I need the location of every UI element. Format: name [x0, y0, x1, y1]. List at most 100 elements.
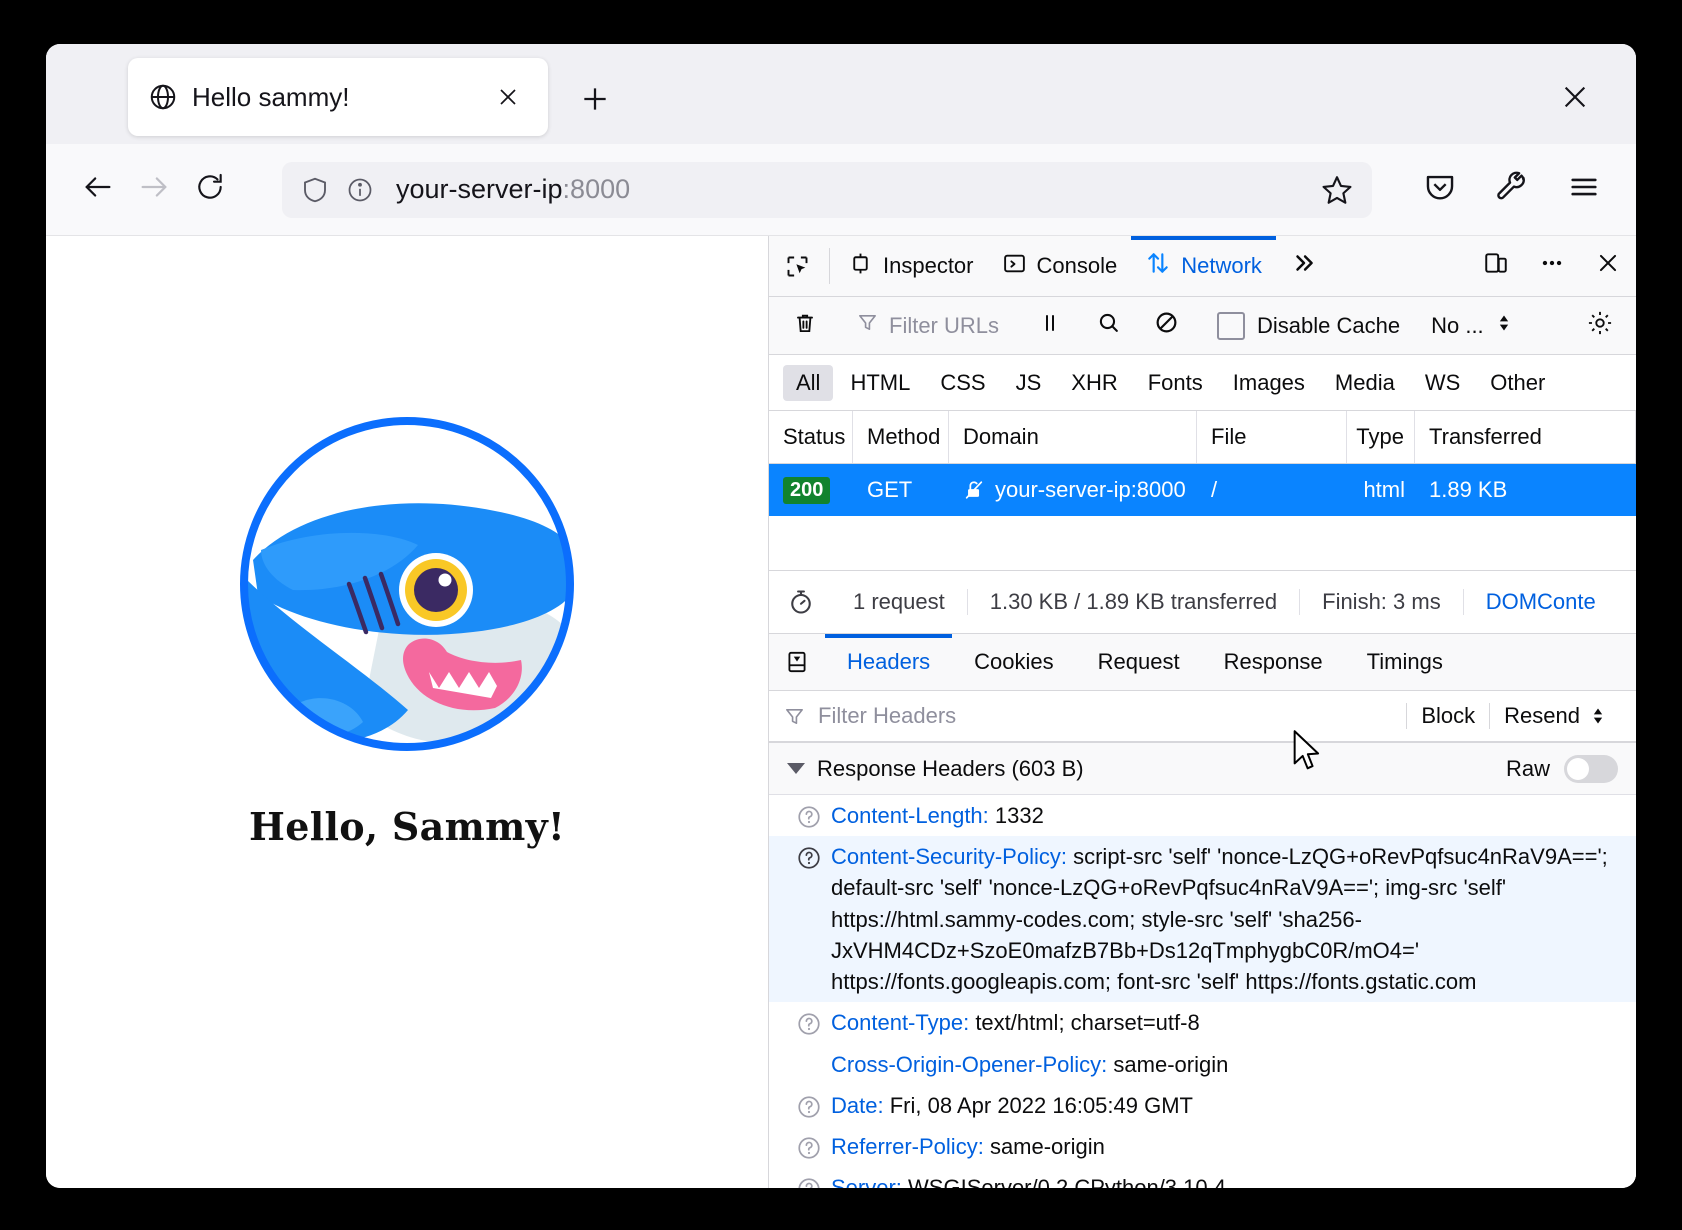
list-item[interactable]: Referrer-Policy: same-origin — [769, 1126, 1636, 1167]
cell-method: GET — [867, 477, 913, 502]
header-value: same-origin — [1113, 1051, 1229, 1077]
window-close-button[interactable] — [1550, 74, 1600, 124]
network-toolbar: Filter URLs Disable Cache No ... — [769, 297, 1636, 355]
responsive-design-mode-icon — [1483, 250, 1509, 282]
tab-strip: Hello sammy! — [46, 44, 1636, 144]
column-header-domain[interactable]: Domain — [949, 411, 1197, 463]
element-picker-icon[interactable] — [769, 236, 825, 296]
request-details-tabs: Headers Cookies Request Response Timings — [769, 634, 1636, 691]
star-icon[interactable] — [1320, 173, 1354, 207]
developer-tools-button[interactable] — [1484, 162, 1540, 218]
help-icon[interactable] — [787, 1131, 831, 1161]
list-item[interactable]: Content-Security-Policy: script-src 'sel… — [769, 836, 1636, 1003]
tab-cookies[interactable]: Cookies — [952, 634, 1075, 690]
more-options-button[interactable] — [1524, 236, 1580, 296]
info-circle-icon[interactable] — [346, 176, 374, 204]
header-name: Content-Type: — [831, 1010, 970, 1036]
list-item[interactable]: Date: Fri, 08 Apr 2022 16:05:49 GMT — [769, 1085, 1636, 1126]
arrow-left-icon — [81, 170, 115, 209]
resend-button[interactable]: Resend — [1489, 703, 1622, 729]
list-item[interactable]: Content-Type: text/html; charset=utf-8 — [769, 1002, 1636, 1043]
request-type-filters: All HTML CSS JS XHR Fonts Images Media W… — [769, 355, 1636, 411]
list-item[interactable]: Server: WSGIServer/0.2 CPython/3.10.4 — [769, 1167, 1636, 1188]
filter-chip-js[interactable]: JS — [1003, 365, 1055, 401]
tab-request[interactable]: Request — [1076, 634, 1202, 690]
network-arrows-icon — [1145, 250, 1171, 282]
overflow-tabs-button[interactable] — [1276, 236, 1332, 296]
close-icon[interactable] — [488, 77, 528, 117]
disable-cache-checkbox[interactable]: Disable Cache — [1207, 311, 1410, 340]
header-entry: Content-Length: 1332 — [831, 800, 1636, 831]
new-tab-button[interactable] — [574, 80, 616, 122]
filter-urls-input[interactable]: Filter URLs — [846, 311, 1009, 340]
tab-timings[interactable]: Timings — [1345, 634, 1465, 690]
toolbar-actions — [1412, 162, 1612, 218]
funnel-icon — [783, 705, 806, 728]
block-button[interactable]: Block — [1406, 703, 1489, 729]
raw-toggle[interactable]: Raw — [1505, 754, 1618, 783]
tab-console[interactable]: Console — [988, 236, 1132, 296]
filter-chip-media[interactable]: Media — [1322, 365, 1408, 401]
throttling-select[interactable]: No ... — [1423, 313, 1522, 339]
devtools-panel: Inspector Console Network Filter URLs Di… — [768, 236, 1636, 1188]
help-icon[interactable] — [787, 1090, 831, 1120]
help-icon[interactable] — [787, 841, 831, 871]
help-icon[interactable] — [787, 1172, 831, 1188]
filter-chip-html[interactable]: HTML — [837, 365, 923, 401]
disable-cache-label: Disable Cache — [1257, 312, 1401, 338]
column-header-status[interactable]: Status — [769, 411, 853, 463]
help-icon[interactable] — [787, 1007, 831, 1037]
filter-chip-fonts[interactable]: Fonts — [1135, 365, 1216, 401]
content-split: Hello, Sammy! Inspector Console Network … — [46, 236, 1636, 1188]
reload-button[interactable] — [182, 162, 238, 218]
tab-inspector[interactable]: Inspector — [834, 236, 988, 296]
header-value: text/html; charset=utf-8 — [975, 1010, 1200, 1036]
funnel-icon — [856, 311, 879, 340]
chevron-down-icon — [787, 763, 805, 774]
tab-response[interactable]: Response — [1202, 634, 1345, 690]
tab-label: Network — [1181, 253, 1262, 278]
table-row[interactable]: 200 GET your-server-ip:8000 / html 1.89 … — [769, 464, 1636, 516]
app-menu-button[interactable] — [1556, 162, 1612, 218]
filter-chip-all[interactable]: All — [783, 364, 834, 401]
status-badge: 200 — [783, 476, 831, 504]
column-header-method[interactable]: Method — [853, 411, 949, 463]
pause-recording-button[interactable] — [1022, 311, 1078, 341]
shield-icon[interactable] — [300, 175, 330, 205]
sammy-shark-illustration — [233, 410, 581, 758]
column-header-transferred[interactable]: Transferred — [1415, 411, 1636, 463]
toggle-switch[interactable] — [1564, 754, 1618, 783]
header-name: Date: — [831, 1092, 884, 1118]
help-icon[interactable] — [787, 800, 831, 830]
panel-toggle-icon[interactable] — [769, 634, 825, 690]
forward-button[interactable] — [126, 162, 182, 218]
tab-network[interactable]: Network — [1131, 236, 1276, 296]
list-item[interactable]: Content-Length: 1332 — [769, 795, 1636, 836]
filter-chip-xhr[interactable]: XHR — [1058, 365, 1130, 401]
filter-chip-images[interactable]: Images — [1220, 365, 1318, 401]
pause-icon — [1038, 311, 1062, 341]
list-item[interactable]: Cross-Origin-Opener-Policy: same-origin — [769, 1044, 1636, 1085]
browser-tab[interactable]: Hello sammy! — [128, 58, 548, 136]
column-header-type[interactable]: Type — [1347, 411, 1415, 463]
pocket-button[interactable] — [1412, 162, 1468, 218]
url-bar[interactable]: your-server-ip:8000 — [282, 161, 1372, 218]
responsive-design-mode-button[interactable] — [1468, 236, 1524, 296]
filter-chip-css[interactable]: CSS — [927, 365, 998, 401]
filter-chip-ws[interactable]: WS — [1412, 365, 1473, 401]
back-button[interactable] — [70, 162, 126, 218]
close-devtools-button[interactable] — [1580, 236, 1636, 296]
response-headers-section-header[interactable]: Response Headers (603 B) Raw — [769, 743, 1636, 795]
header-value: WSGIServer/0.2 CPython/3.10.4 — [908, 1175, 1226, 1188]
request-blocking-button[interactable] — [1138, 310, 1194, 341]
column-header-file[interactable]: File — [1197, 411, 1347, 463]
clear-requests-button[interactable] — [777, 310, 833, 342]
filter-chip-other[interactable]: Other — [1477, 365, 1558, 401]
tab-label: Console — [1036, 253, 1118, 278]
divider — [829, 248, 830, 284]
tab-headers[interactable]: Headers — [825, 634, 953, 690]
raw-label: Raw — [1505, 755, 1550, 781]
search-requests-button[interactable] — [1080, 310, 1136, 341]
network-settings-button[interactable] — [1572, 309, 1628, 343]
filter-headers-input[interactable]: Filter Headers — [818, 703, 956, 729]
